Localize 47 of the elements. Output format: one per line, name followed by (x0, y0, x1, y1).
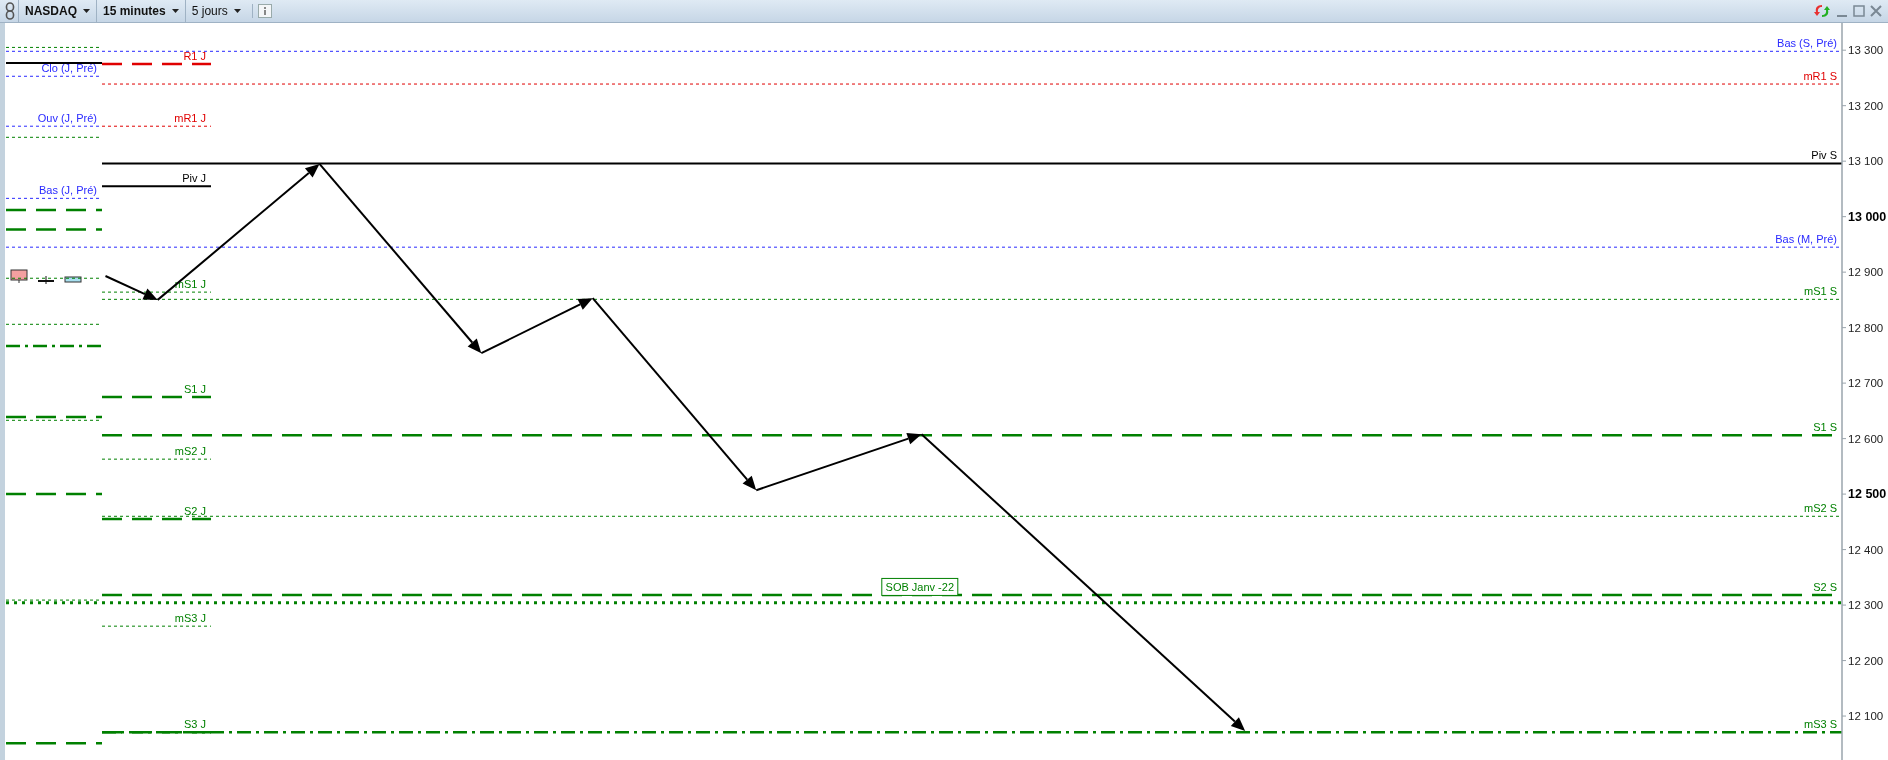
axis-tick-label: 13 100 (1848, 155, 1884, 168)
level-label: Bas (J, Pré) (38, 184, 97, 197)
level-label: S1 J (184, 383, 206, 395)
axis-tick-label: 12 200 (1848, 654, 1884, 667)
dropdown-button[interactable]: 15 minutes (96, 0, 185, 22)
axis-tick-label: 13 000 (1848, 209, 1887, 224)
level-label: S2 S (1813, 581, 1837, 594)
maximize-icon[interactable] (1853, 5, 1865, 17)
level-label: R1 J (183, 50, 206, 63)
level-label: Piv J (182, 172, 206, 185)
axis-tick-label: 13 300 (1848, 44, 1884, 57)
level-label: mR1 S (1803, 70, 1837, 83)
link-icon[interactable] (5, 2, 15, 20)
close-icon[interactable] (1870, 5, 1882, 17)
level-label: mR1 J (174, 112, 206, 125)
level-label: Bas (S, Pré) (1777, 37, 1837, 50)
level-label: mS1 S (1804, 285, 1837, 298)
caret-icon (171, 9, 179, 13)
info-icon[interactable] (251, 4, 272, 18)
axis-tick-label: 12 100 (1848, 710, 1884, 723)
refresh-icon[interactable] (1813, 3, 1831, 19)
dropdown-button[interactable]: NASDAQ (18, 0, 96, 22)
level-label: S3 J (184, 718, 206, 731)
level-label: mS2 J (174, 445, 206, 458)
level-label: Bas (M, Pré) (1775, 233, 1837, 246)
level-label: mS1 J (174, 278, 206, 291)
dropdown-button[interactable]: 5 jours (184, 0, 247, 22)
caret-icon (233, 9, 241, 13)
candlestick-drawing (10, 269, 82, 285)
axis-tick-label: 12 400 (1848, 543, 1884, 556)
axis-tick-label: 12 500 (1848, 487, 1887, 502)
level-label: Clo (J, Pré) (41, 62, 97, 75)
axis-tick-label: 12 600 (1848, 432, 1884, 445)
level-label: mS2 S (1804, 502, 1837, 515)
axis-tick-label: 13 200 (1848, 99, 1884, 112)
axis-tick-label: 12 900 (1848, 266, 1884, 279)
axis-tick-label: 12 300 (1848, 599, 1884, 612)
caret-icon (83, 9, 90, 13)
axis-tick-label: 12 800 (1848, 321, 1884, 334)
level-label: mS3 S (1804, 718, 1837, 731)
level-tag: SOB Janv -22 (881, 577, 959, 596)
level-label: Ouv (J, Pré) (37, 112, 97, 125)
level-label: S1 S (1813, 421, 1837, 434)
axis-tick-label: 12 700 (1848, 377, 1884, 390)
level-label: Piv S (1811, 149, 1837, 162)
level-label: S2 J (184, 505, 206, 518)
level-label: mS3 J (174, 612, 206, 625)
